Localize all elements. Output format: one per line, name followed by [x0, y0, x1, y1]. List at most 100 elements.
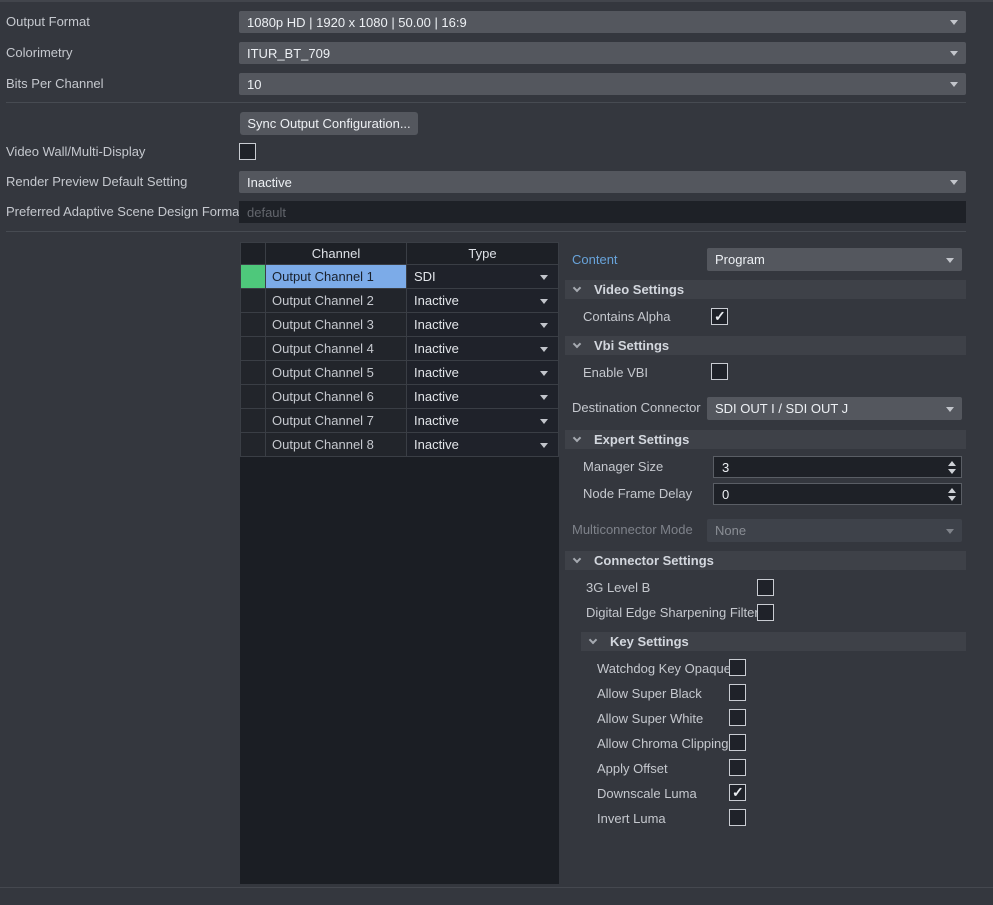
key-settings-section-header[interactable]: Key Settings	[581, 632, 966, 651]
bits-per-channel-value: 10	[247, 77, 261, 92]
destination-connector-value: SDI OUT I / SDI OUT J	[715, 401, 848, 416]
contains-alpha-checkbox[interactable]	[711, 308, 728, 325]
video-wall-label: Video Wall/Multi-Display	[6, 144, 145, 160]
channel-active-indicator[interactable]	[241, 361, 265, 384]
watchdog-key-opaque-checkbox[interactable]	[729, 659, 746, 676]
preferred-format-label: Preferred Adaptive Scene Design Format	[6, 204, 243, 220]
content-value: Program	[715, 252, 765, 267]
preferred-format-value: default	[247, 205, 286, 220]
output-format-value: 1080p HD | 1920 x 1080 | 50.00 | 16:9	[247, 15, 467, 30]
colorimetry-value: ITUR_BT_709	[247, 46, 330, 61]
channel-active-indicator[interactable]	[241, 433, 265, 456]
spinner-arrows-icon[interactable]	[943, 484, 961, 504]
channel-active-indicator[interactable]	[241, 385, 265, 408]
channel-type-dropdown[interactable]: SDI	[407, 265, 558, 288]
enable-vbi-label: Enable VBI	[583, 365, 648, 381]
3g-level-b-label: 3G Level B	[586, 580, 650, 596]
channel-cell[interactable]: Output Channel 5	[266, 361, 406, 384]
channel-type-dropdown[interactable]: Inactive	[407, 361, 558, 384]
chevron-down-icon	[950, 51, 958, 56]
preferred-format-input[interactable]: default	[239, 201, 966, 223]
channel-type-dropdown[interactable]: Inactive	[407, 313, 558, 336]
chevron-down-icon	[540, 443, 548, 448]
output-settings-panel: Output Format 1080p HD | 1920 x 1080 | 5…	[0, 0, 993, 905]
channel-active-indicator[interactable]	[241, 313, 265, 336]
render-preview-dropdown[interactable]: Inactive	[239, 171, 966, 193]
destination-connector-label: Destination Connector	[572, 400, 701, 416]
invert-luma-label: Invert Luma	[597, 811, 666, 827]
section-divider	[6, 102, 966, 103]
channel-type-dropdown[interactable]: Inactive	[407, 409, 558, 432]
manager-size-spinner[interactable]: 3	[713, 456, 962, 478]
vbi-settings-section-header[interactable]: Vbi Settings	[565, 336, 966, 355]
channel-cell[interactable]: Output Channel 6	[266, 385, 406, 408]
digital-edge-sharpening-filter-label: Digital Edge Sharpening Filter	[586, 605, 759, 621]
output-format-dropdown[interactable]: 1080p HD | 1920 x 1080 | 50.00 | 16:9	[239, 11, 966, 33]
chevron-down-icon	[540, 299, 548, 304]
node-frame-delay-value: 0	[722, 487, 729, 502]
destination-connector-dropdown[interactable]: SDI OUT I / SDI OUT J	[707, 397, 962, 420]
channel-type-dropdown[interactable]: Inactive	[407, 289, 558, 312]
chevron-down-icon	[540, 275, 548, 280]
bits-per-channel-dropdown[interactable]: 10	[239, 73, 966, 95]
section-divider	[6, 231, 966, 232]
type-column-header: Type	[407, 243, 558, 264]
digital-edge-sharpening-filter-checkbox[interactable]	[757, 604, 774, 621]
chevron-down-icon	[950, 180, 958, 185]
channel-active-indicator[interactable]	[241, 265, 265, 288]
node-frame-delay-spinner[interactable]: 0	[713, 483, 962, 505]
allow-super-white-checkbox[interactable]	[729, 709, 746, 726]
channel-cell[interactable]: Output Channel 4	[266, 337, 406, 360]
allow-chroma-clipping-checkbox[interactable]	[729, 734, 746, 751]
invert-luma-checkbox[interactable]	[729, 809, 746, 826]
watchdog-key-opaque-label: Watchdog Key Opaque	[597, 661, 731, 677]
chevron-down-icon	[540, 347, 548, 352]
manager-size-label: Manager Size	[583, 459, 663, 475]
enable-vbi-checkbox[interactable]	[711, 363, 728, 380]
contains-alpha-label: Contains Alpha	[583, 309, 670, 325]
apply-offset-label: Apply Offset	[597, 761, 668, 777]
channel-active-indicator[interactable]	[241, 337, 265, 360]
channel-type-dropdown[interactable]: Inactive	[407, 337, 558, 360]
colorimetry-dropdown[interactable]: ITUR_BT_709	[239, 42, 966, 64]
sync-output-configuration-button[interactable]: Sync Output Configuration...	[240, 112, 418, 135]
channel-cell[interactable]: Output Channel 3	[266, 313, 406, 336]
channel-type-dropdown[interactable]: Inactive	[407, 385, 558, 408]
render-preview-label: Render Preview Default Setting	[6, 174, 187, 190]
multiconnector-mode-label: Multiconnector Mode	[572, 522, 693, 538]
apply-offset-checkbox[interactable]	[729, 759, 746, 776]
channel-table: Channel Type Output Channel 1 SDI Output…	[240, 242, 559, 457]
chevron-down-icon	[573, 434, 581, 442]
channel-table-background: Channel Type Output Channel 1 SDI Output…	[240, 242, 559, 884]
channel-cell[interactable]: Output Channel 8	[266, 433, 406, 456]
channel-active-indicator[interactable]	[241, 289, 265, 312]
manager-size-value: 3	[722, 460, 729, 475]
chevron-down-icon	[540, 395, 548, 400]
expert-settings-section-header[interactable]: Expert Settings	[565, 430, 966, 449]
channel-cell[interactable]: Output Channel 2	[266, 289, 406, 312]
channel-cell[interactable]: Output Channel 1	[266, 265, 406, 288]
downscale-luma-checkbox[interactable]	[729, 784, 746, 801]
channel-type-dropdown[interactable]: Inactive	[407, 433, 558, 456]
video-settings-section-header[interactable]: Video Settings	[565, 280, 966, 299]
chevron-down-icon	[946, 258, 954, 263]
colorimetry-label: Colorimetry	[6, 45, 72, 61]
channel-active-indicator[interactable]	[241, 409, 265, 432]
allow-super-white-label: Allow Super White	[597, 711, 703, 727]
top-divider	[0, 0, 993, 2]
content-dropdown[interactable]: Program	[707, 248, 962, 271]
allow-super-black-checkbox[interactable]	[729, 684, 746, 701]
video-wall-checkbox[interactable]	[239, 143, 256, 160]
allow-chroma-clipping-label: Allow Chroma Clipping	[597, 736, 729, 752]
chevron-down-icon	[540, 419, 548, 424]
spinner-arrows-icon[interactable]	[943, 457, 961, 477]
connector-settings-section-header[interactable]: Connector Settings	[565, 551, 966, 570]
chevron-down-icon	[573, 340, 581, 348]
3g-level-b-checkbox[interactable]	[757, 579, 774, 596]
indicator-column-header	[241, 243, 265, 264]
allow-super-black-label: Allow Super Black	[597, 686, 702, 702]
channel-column-header: Channel	[266, 243, 406, 264]
chevron-down-icon	[540, 371, 548, 376]
chevron-down-icon	[950, 20, 958, 25]
channel-cell[interactable]: Output Channel 7	[266, 409, 406, 432]
